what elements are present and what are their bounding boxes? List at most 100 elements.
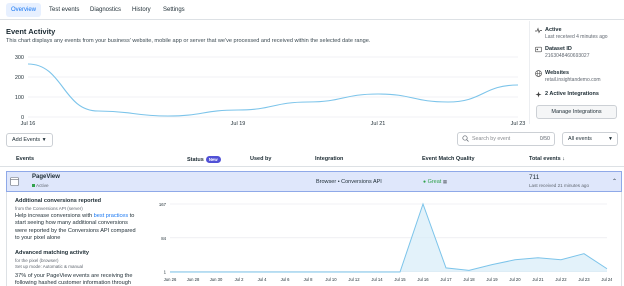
x-tick-label: Jul 12: [348, 277, 360, 282]
y-tick-label: 1: [164, 270, 167, 275]
chevron-down-icon: ▼: [41, 137, 47, 143]
integrations-info: 2 Active Integrations: [535, 91, 599, 98]
event-filter-select[interactable]: All events ▼: [562, 132, 618, 146]
x-tick-label: Jul 4: [258, 277, 268, 282]
event-emq[interactable]: ● Great ▦: [423, 179, 447, 185]
tab-diagnostics[interactable]: Diagnostics: [85, 3, 126, 17]
acr-subtitle: from the Conversions API (server): [15, 206, 83, 211]
acr-text-1: Help increase conversions with: [15, 213, 93, 219]
emq-detail-icon: ▦: [442, 179, 448, 184]
search-placeholder: Search by event: [472, 136, 511, 142]
y-tick-label: 167: [159, 202, 167, 207]
tab-overview[interactable]: Overview: [6, 3, 42, 17]
x-tick-label: Jul 21: [532, 277, 544, 282]
x-tick-label: Jul 10: [325, 277, 337, 282]
events-table-header: Events Status New Used by Integration Eve…: [0, 153, 624, 167]
event-activity-description: This chart displays any events from your…: [6, 38, 371, 44]
event-icon: [10, 177, 19, 188]
header-used-by[interactable]: Used by: [250, 156, 271, 162]
event-status-label: Active: [36, 183, 49, 188]
x-tick-label: Jul 21: [371, 121, 386, 127]
x-tick-label: Jul 6: [281, 277, 291, 282]
amm-subtitle-1: for the pixel (browser): [15, 258, 59, 263]
globe-icon: [535, 70, 542, 77]
status-info: Active Last received 4 minutes ago: [535, 27, 608, 40]
dataset-info-panel: Active Last received 4 minutes ago Datas…: [531, 21, 624, 124]
integrations-icon: [535, 91, 542, 98]
integrations-count: 2 Active Integrations: [545, 91, 599, 97]
websites-info: Websites retail.insightandemo.com: [535, 70, 601, 83]
event-integration: Browser • Conversions API: [316, 179, 382, 185]
event-filter-value: All events: [568, 136, 592, 142]
id-icon: [535, 46, 542, 53]
x-tick-label: Jul 22: [555, 277, 567, 282]
event-total: 711: [529, 174, 540, 181]
x-tick-label: Jul 23: [511, 121, 526, 127]
search-count: 0/50: [539, 136, 550, 142]
chevron-down-icon: ▼: [608, 136, 613, 142]
acr-title: Additional conversions reported: [15, 198, 102, 204]
x-tick-label: Jul 19: [231, 121, 246, 127]
header-status[interactable]: Status New: [187, 156, 221, 163]
y-tick-label: 100: [15, 95, 24, 101]
y-tick-label: 84: [161, 236, 166, 241]
collapse-chevron-icon[interactable]: ⌃: [612, 178, 617, 185]
tab-test-events[interactable]: Test events: [44, 3, 84, 17]
dataset-info: Dataset ID 2163048460693027: [535, 46, 590, 59]
header-status-label: Status: [187, 156, 204, 163]
header-total-events[interactable]: Total events ↓: [529, 156, 565, 162]
add-events-button[interactable]: Add Events ▼: [6, 133, 53, 147]
series-line: [27, 63, 519, 117]
x-tick-label: Jul 8: [304, 277, 314, 282]
x-tick-label: Jul 19: [486, 277, 498, 282]
add-events-label: Add Events: [12, 137, 41, 143]
manage-integrations-button[interactable]: Manage Integrations: [536, 105, 617, 119]
x-tick-label: Jul 16: [417, 277, 429, 282]
x-tick-label: Jul 2: [235, 277, 245, 282]
event-activity-title: Event Activity: [6, 27, 56, 36]
x-tick-label: Jul 17: [440, 277, 452, 282]
x-tick-label: Jun 28: [187, 277, 200, 282]
status-title: Active: [545, 27, 562, 33]
pageview-detail-chart: 1 84 167 Jun 26 Jun 28 Jun 30 Jul 2 Jul 4 Jul 6 J…: [159, 202, 612, 282]
x-tick-label: Jun 26: [164, 277, 177, 282]
acr-text: Help increase conversions with best prac…: [15, 213, 140, 243]
tab-settings[interactable]: Settings: [158, 3, 190, 17]
x-tick-label: Jul 16: [21, 121, 36, 127]
emq-dot-icon: ●: [423, 179, 427, 185]
tab-bar: Overview Test events Diagnostics History…: [0, 0, 624, 20]
emq-value: Great: [427, 179, 442, 185]
event-name: PageView: [32, 174, 60, 180]
tab-history[interactable]: History: [127, 3, 156, 17]
y-tick-label: 200: [15, 75, 24, 81]
event-status: Active: [32, 183, 49, 188]
y-tick-label: 300: [15, 55, 24, 61]
amm-title: Advanced matching activity: [15, 250, 89, 256]
x-tick-label: Jul 15: [394, 277, 406, 282]
x-tick-label: Jul 24: [601, 277, 612, 282]
amm-subtitle-2: Set up mode: Automatic & manual: [15, 264, 84, 269]
dataset-id-value: 2163048460693027: [545, 53, 590, 59]
new-badge: New: [205, 156, 221, 163]
status-subtitle: Last received 4 minutes ago: [545, 34, 608, 40]
search-input[interactable]: Search by event 0/50: [457, 132, 555, 146]
x-tick-label: Jul 14: [371, 277, 383, 282]
x-tick-label: Jul 20: [509, 277, 521, 282]
event-activity-chart: 0100200300Jul 16 Jul 19 Jul 21 Jul 23: [15, 55, 526, 127]
x-tick-label: Jul 18: [463, 277, 475, 282]
event-activity-panel: Event Activity This chart displays any e…: [0, 21, 530, 127]
header-emq[interactable]: Event Match Quality: [422, 156, 475, 162]
x-tick-label: Jul 23: [578, 277, 590, 282]
table-row-pageview[interactable]: PageView Active Browser • Conversions AP…: [6, 171, 622, 192]
amm-text-cut: following hashed customer information th…: [15, 280, 131, 286]
header-events[interactable]: Events: [16, 156, 34, 162]
website-url[interactable]: retail.insightandemo.com: [545, 77, 601, 83]
header-integration[interactable]: Integration: [315, 156, 343, 162]
dataset-id-title: Dataset ID: [545, 46, 572, 52]
status-dot-icon: [32, 184, 35, 187]
search-icon: [462, 133, 469, 145]
event-last-received: Last received 21 minutes ago: [529, 183, 590, 188]
event-detail-panel: Additional conversions reported from the…: [6, 192, 622, 286]
websites-title: Websites: [545, 70, 570, 76]
best-practices-link[interactable]: best practices: [94, 213, 129, 219]
